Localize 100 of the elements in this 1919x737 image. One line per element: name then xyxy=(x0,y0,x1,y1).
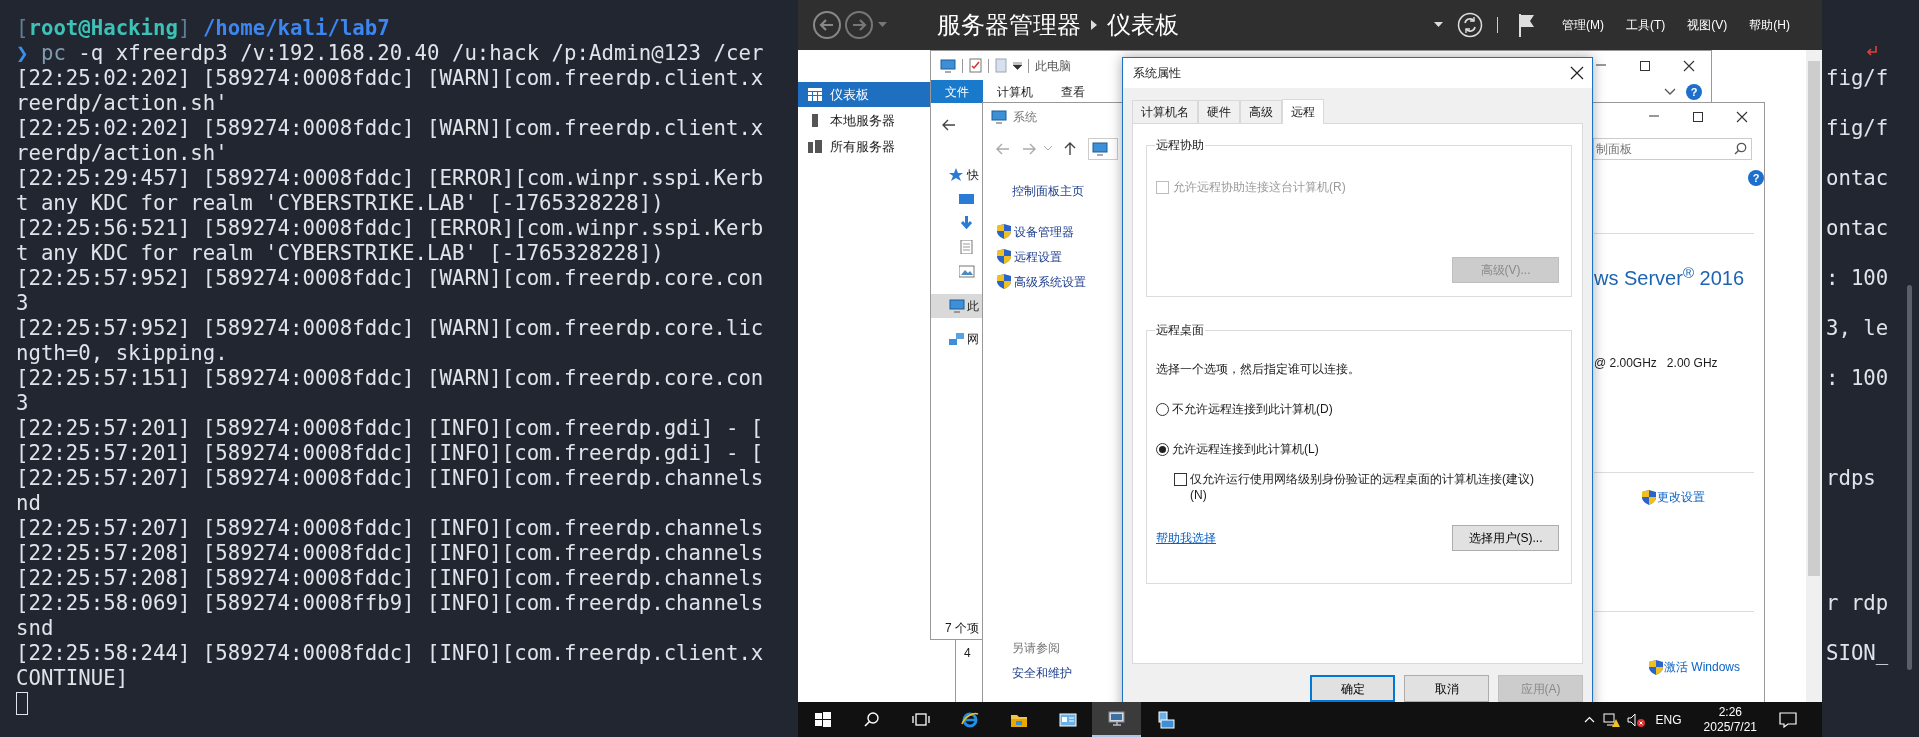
log-line-fragment: ontac xyxy=(1826,215,1889,241)
see-also-heading: 另请参阅 xyxy=(1012,640,1060,657)
network-icon xyxy=(949,332,965,346)
select-users-button[interactable]: 选择用户(S)... xyxy=(1452,525,1559,551)
log-line: [22:25:57:151] [589274:0008fddc] [WARN][com.freerdp.core.con xyxy=(16,365,764,391)
log-line: [22:25:02:202] [589274:0008fddc] [WARN][com.freerdp.client.x xyxy=(16,115,764,141)
menu-item[interactable]: 工具(T) xyxy=(1626,16,1666,34)
log-line: ngth=0, skipping. xyxy=(16,340,228,366)
address-bar[interactable] xyxy=(1088,137,1118,160)
maximize-button[interactable] xyxy=(1692,111,1704,123)
help-button[interactable]: ? xyxy=(1686,83,1702,100)
refresh-button[interactable] xyxy=(1457,12,1483,38)
search-field[interactable]: 制面板 xyxy=(1593,137,1752,160)
page-title: 服务器管理器 xyxy=(937,10,1081,40)
server-icon xyxy=(1156,710,1175,729)
search-icon[interactable] xyxy=(1734,141,1747,155)
tab[interactable]: 计算机名 xyxy=(1132,100,1198,123)
properties-icon[interactable] xyxy=(969,58,982,73)
language-indicator[interactable]: ENG xyxy=(1655,710,1682,729)
tab[interactable]: 远程 xyxy=(1282,99,1324,124)
checkbox[interactable] xyxy=(1174,473,1187,486)
radio-label: 允许远程连接到此计算机(L) xyxy=(1172,441,1319,458)
log-line: 3 xyxy=(16,290,29,316)
nav-item[interactable]: 网 xyxy=(931,327,982,351)
log-line: t any KDC for realm 'CYBERSTRIKE.LAB' [-1765328228]) xyxy=(16,240,664,266)
log-line: CONTINUE] xyxy=(16,665,129,691)
caret-icon[interactable] xyxy=(1434,22,1443,28)
log-line: [22:25:58:244] [589274:0008fddc] [INFO][com.freerdp.client.x xyxy=(16,640,764,666)
scrollbar[interactable] xyxy=(1806,50,1822,702)
status-text: 7 个项 xyxy=(945,620,979,637)
computer-icon xyxy=(949,299,965,313)
task-link[interactable]: 远程设置 xyxy=(997,244,1062,269)
activate-link[interactable]: 激活 Windows xyxy=(1649,658,1764,676)
clock[interactable]: 2:26 2025/7/21 xyxy=(1703,704,1757,735)
close-button[interactable] xyxy=(1683,59,1695,72)
log-line: [22:25:58:069] [589274:0008ffb9] [INFO][com.freerdp.channels xyxy=(16,590,764,616)
log-line-fragment: : 100 xyxy=(1826,265,1889,291)
dialog-button[interactable]: 取消 xyxy=(1404,675,1489,702)
shield-icon xyxy=(997,224,1011,239)
chevron-up-icon[interactable] xyxy=(1583,716,1595,723)
maximize-button[interactable] xyxy=(1639,59,1651,72)
control-panel-icon xyxy=(1058,710,1077,729)
nav-item[interactable]: 此 xyxy=(931,294,982,318)
forward-button[interactable] xyxy=(844,10,874,40)
log-line: [22:25:57:952] [589274:0008fddc] [WARN][com.freerdp.core.con xyxy=(16,265,764,291)
log-line: t any KDC for realm 'CYBERSTRIKE.LAB' [-1765328228]) xyxy=(16,190,664,216)
menu-item[interactable]: 视图(V) xyxy=(1687,16,1728,34)
computer-icon xyxy=(940,58,956,73)
tab[interactable]: 高级 xyxy=(1240,100,1282,123)
menu-item[interactable]: 管理(M) xyxy=(1562,16,1604,34)
scrollbar[interactable] xyxy=(1907,285,1912,670)
browser-icon xyxy=(960,710,979,729)
back-button[interactable] xyxy=(812,10,842,40)
nav-item[interactable]: 所有服务器 xyxy=(798,134,930,159)
shield-icon xyxy=(997,249,1011,264)
search-icon xyxy=(862,710,881,729)
dashboard-icon xyxy=(808,88,822,101)
close-button[interactable] xyxy=(1736,111,1748,123)
group-label: 远程协助 xyxy=(1155,138,1205,153)
desktop-icon xyxy=(959,192,975,206)
up-button[interactable] xyxy=(1064,142,1076,155)
notification-icon[interactable] xyxy=(1779,711,1797,728)
computer-icon xyxy=(1092,141,1108,156)
dialog-title: 系统属性 xyxy=(1133,65,1181,82)
home-link[interactable]: 控制面板主页 xyxy=(997,182,1084,200)
computer-icon xyxy=(991,110,1007,124)
log-line: [22:25:02:202] [589274:0008fddc] [WARN][com.freerdp.client.x xyxy=(16,65,764,91)
ribbon-tab[interactable]: 计算机 xyxy=(983,80,1047,103)
log-line: [22:25:57:201] [589274:0008fddc] [INFO][com.freerdp.gdi] - [ xyxy=(16,415,764,441)
back-button[interactable] xyxy=(942,118,956,131)
help-link[interactable]: 帮助我选择 xyxy=(1156,529,1216,547)
shield-icon xyxy=(1642,489,1656,505)
dialog-button[interactable]: 确定 xyxy=(1310,675,1395,702)
taskbar-button[interactable] xyxy=(1092,702,1141,737)
task-link[interactable]: 高级系统设置 xyxy=(997,269,1086,294)
task-link[interactable]: 设备管理器 xyxy=(997,219,1074,244)
change-settings-link[interactable]: 更改设置 xyxy=(1642,488,1764,506)
radio-label: 不允许远程连接到此计算机(D) xyxy=(1172,401,1333,418)
nav-item[interactable]: 仪表板 xyxy=(798,82,930,107)
nav-item[interactable]: 本地服务器 xyxy=(798,108,930,133)
item-count: 4 xyxy=(964,645,971,662)
volume-muted-icon[interactable] xyxy=(1626,711,1645,728)
task-view-icon xyxy=(911,710,930,729)
network-warning-icon[interactable] xyxy=(1602,711,1621,728)
expand-ribbon-icon[interactable] xyxy=(1664,87,1676,96)
computer-icon xyxy=(1107,709,1126,728)
see-also-link[interactable]: 安全和维护 xyxy=(997,664,1072,682)
log-line: [22:25:57:208] [589274:0008fddc] [INFO][com.freerdp.channels xyxy=(16,565,764,591)
star-icon xyxy=(949,168,965,182)
window-title: 系统 xyxy=(1013,109,1037,126)
menu-item[interactable]: 帮助(H) xyxy=(1749,16,1790,34)
help-button[interactable]: ? xyxy=(1748,170,1764,186)
ribbon-tab[interactable]: 文件 xyxy=(931,80,983,103)
tab[interactable]: 硬件 xyxy=(1198,100,1240,123)
log-line: reerdp/action.sh' xyxy=(16,140,228,166)
flag-icon[interactable] xyxy=(1518,13,1536,37)
download-icon xyxy=(959,216,975,230)
nav-item[interactable]: 快 xyxy=(931,163,982,187)
ribbon-tab[interactable]: 查看 xyxy=(1047,80,1099,103)
close-button[interactable] xyxy=(1570,66,1584,80)
